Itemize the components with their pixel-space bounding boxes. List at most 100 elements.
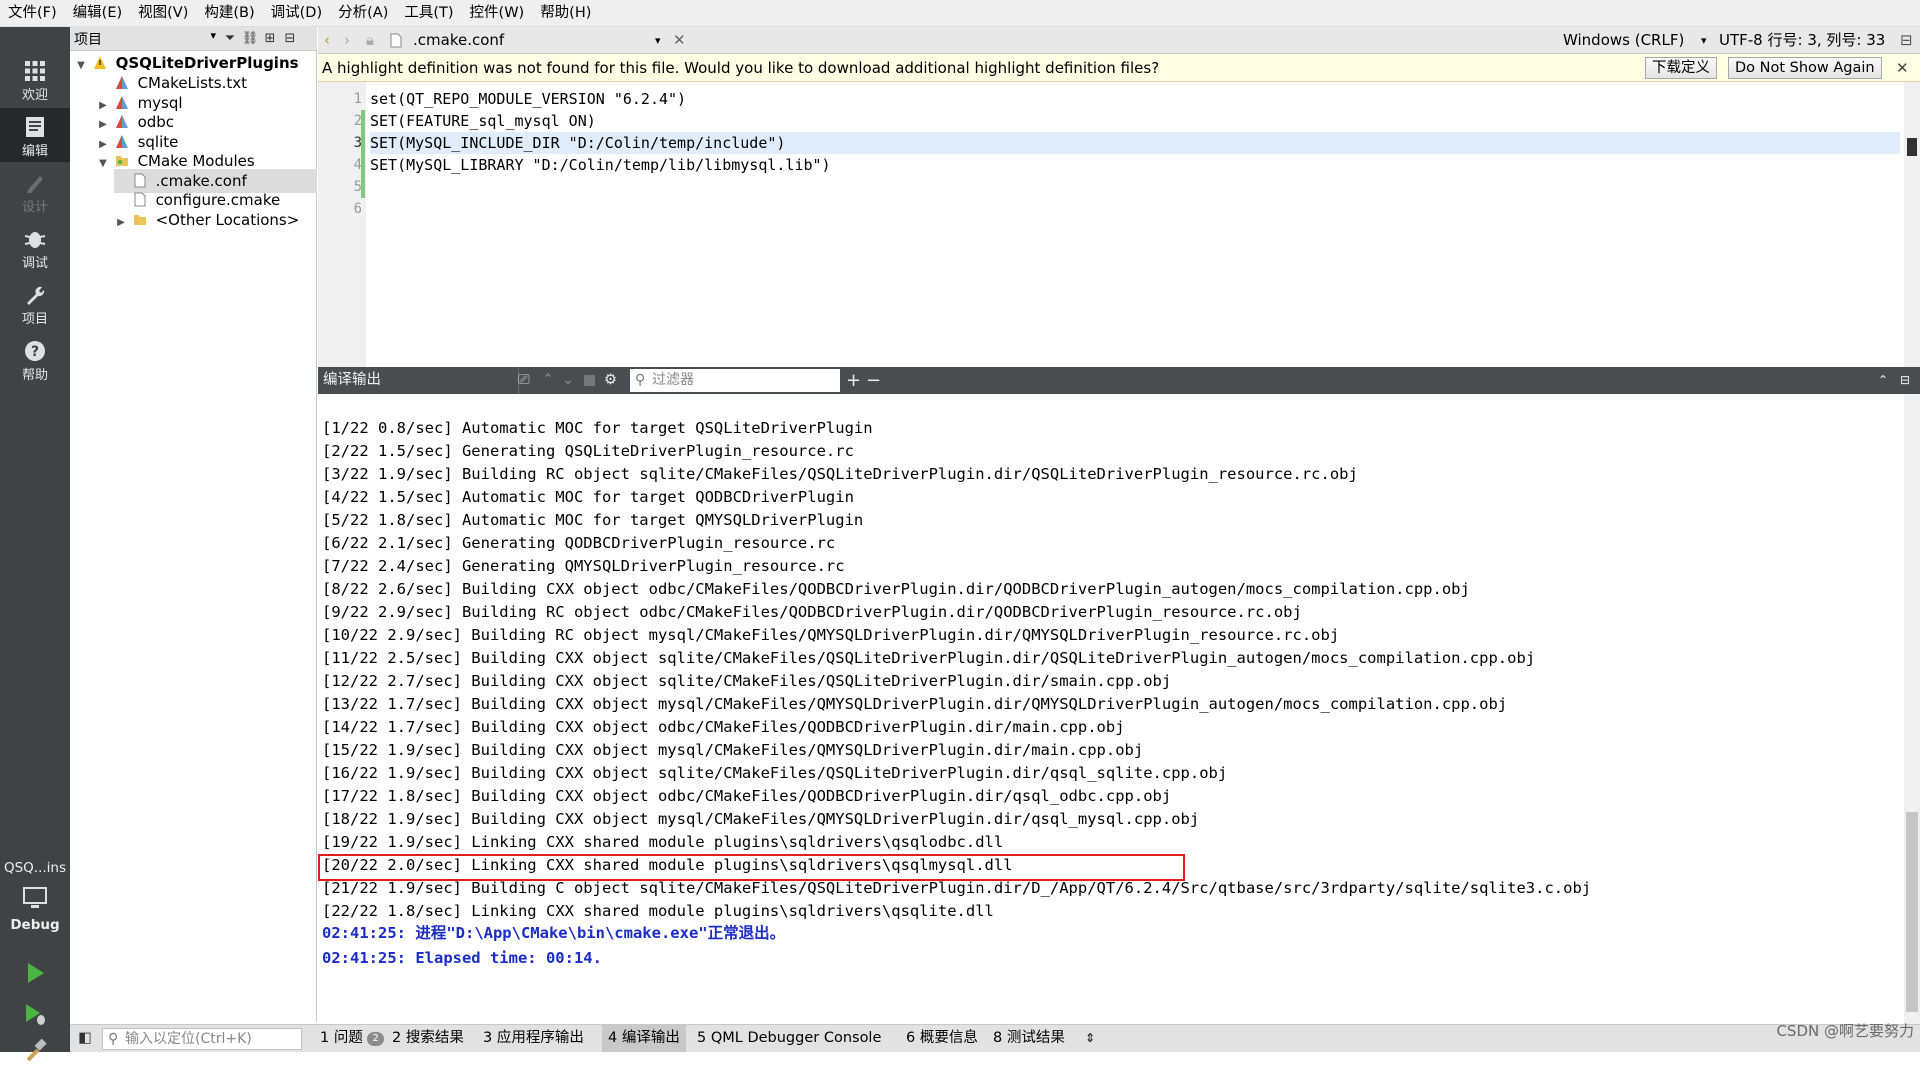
- maximize-icon[interactable]: ⌃: [1878, 367, 1888, 394]
- zoom-in-icon[interactable]: +: [846, 367, 861, 394]
- output-status-line: 02:41:25: Elapsed time: 00:14.: [322, 949, 602, 967]
- mode-welcome[interactable]: 欢迎: [0, 52, 70, 106]
- menu-edit[interactable]: 编辑(E): [65, 0, 130, 27]
- forward-icon[interactable]: ›: [344, 27, 350, 54]
- cmake-file-icon: [115, 76, 128, 89]
- filter-icon[interactable]: ⏷: [220, 29, 240, 49]
- menu-analyze[interactable]: 分析(A): [330, 0, 396, 27]
- compile-output[interactable]: [1/22 0.8/sec] Automatic MOC for target …: [318, 394, 1920, 1024]
- menu-help[interactable]: 帮助(H): [532, 0, 599, 27]
- pencil-icon: [27, 176, 43, 193]
- status-bar: ◧ ⚲ 输入以定位(Ctrl+K) 1 问题 2 2 搜索结果 3 应用程序输出…: [70, 1024, 1920, 1052]
- infobar-message: A highlight definition was not found for…: [322, 59, 1160, 77]
- output-line: [12/22 2.7/sec] Building CXX object sqli…: [322, 672, 1172, 690]
- monitor-icon[interactable]: [22, 885, 48, 911]
- stop-icon[interactable]: [584, 375, 595, 386]
- up-icon[interactable]: ⌃: [542, 367, 554, 394]
- output-filter-input[interactable]: ⚲ 过滤器: [630, 369, 840, 392]
- tab-general-messages[interactable]: 6 概要信息: [900, 1025, 984, 1052]
- mode-design-label: 设计: [21, 200, 48, 215]
- clear-icon[interactable]: ⎚: [518, 367, 530, 394]
- scroll-thumb[interactable]: [1907, 138, 1917, 156]
- code-line[interactable]: SET(FEATURE_sql_mysql ON): [370, 110, 1900, 132]
- close-pane-icon[interactable]: ⊟: [1900, 367, 1910, 394]
- tab-application-output[interactable]: 3 应用程序输出: [477, 1025, 590, 1052]
- tab-compile-output[interactable]: 4 编译输出: [602, 1025, 686, 1052]
- chevron-down-icon[interactable]: ▾: [1701, 27, 1707, 54]
- project-view-combo[interactable]: 项目: [70, 29, 220, 49]
- locator-input[interactable]: ⚲ 输入以定位(Ctrl+K): [102, 1028, 302, 1050]
- wrench-icon: [27, 286, 45, 305]
- split-icon[interactable]: ⊞: [260, 29, 280, 49]
- mode-design[interactable]: 设计: [0, 164, 70, 218]
- menu-tools[interactable]: 工具(T): [396, 0, 461, 27]
- scroll-thumb[interactable]: [1906, 812, 1918, 1012]
- mode-edit[interactable]: 编辑: [0, 108, 70, 162]
- kit-build-config[interactable]: Debug: [0, 917, 70, 933]
- output-line: [6/22 2.1/sec] Generating QODBCDriverPlu…: [322, 534, 836, 552]
- encoding-position[interactable]: UTF-8 行号: 3, 列号: 33: [1719, 27, 1885, 54]
- do-not-show-again-button[interactable]: Do Not Show Again: [1728, 57, 1882, 79]
- close-icon[interactable]: ✕: [1896, 54, 1909, 82]
- output-line: [10/22 2.9/sec] Building RC object mysql…: [322, 626, 1340, 644]
- run-icon[interactable]: [22, 960, 48, 986]
- code-line-current[interactable]: SET(MySQL_INCLUDE_DIR "D:/Colin/temp/inc…: [370, 132, 1900, 154]
- code-line[interactable]: SET(MySQL_LIBRARY "D:/Colin/temp/lib/lib…: [370, 154, 1900, 176]
- menu-build[interactable]: 构建(B): [196, 0, 262, 27]
- chevron-updown-icon[interactable]: ⇕: [1085, 1025, 1095, 1052]
- debug-run-icon[interactable]: [22, 1001, 48, 1027]
- mode-welcome-label: 欢迎: [21, 88, 48, 103]
- menu-file[interactable]: 文件(F): [0, 0, 65, 27]
- search-icon: ⚲: [108, 1031, 119, 1047]
- hammer-icon[interactable]: [22, 1039, 48, 1065]
- output-line: [7/22 2.4/sec] Generating QMYSQLDriverPl…: [322, 557, 845, 575]
- tree-item-label: <Other Locations>: [155, 210, 300, 229]
- split-icon[interactable]: ⊟: [1900, 27, 1913, 54]
- code-line[interactable]: [370, 176, 1900, 198]
- tree-item-other-locations[interactable]: ▶ <Other Locations>: [114, 208, 299, 232]
- output-line: [17/22 1.8/sec] Building CXX object odbc…: [322, 787, 1172, 805]
- highlight-infobar: A highlight definition was not found for…: [318, 54, 1920, 82]
- menu-view[interactable]: 视图(V): [130, 0, 196, 27]
- zoom-out-icon[interactable]: −: [866, 367, 881, 394]
- output-pane-title: 编译输出: [323, 372, 381, 388]
- code-line[interactable]: set(QT_REPO_MODULE_VERSION "6.2.4"): [370, 88, 1900, 110]
- file-icon: [390, 33, 402, 48]
- chevron-down-icon[interactable]: ▾: [655, 27, 661, 54]
- mode-help[interactable]: ? 帮助: [0, 332, 70, 386]
- tab-qml-debugger-console[interactable]: 5 QML Debugger Console: [691, 1025, 887, 1052]
- menu-debug[interactable]: 调试(D): [263, 0, 330, 27]
- chevron-right-icon[interactable]: ▶: [114, 211, 128, 235]
- mode-debug[interactable]: 调试: [0, 220, 70, 274]
- lock-icon: 🔒︎: [366, 31, 374, 49]
- filter-placeholder: 过滤器: [652, 372, 694, 388]
- editor-scrollbar[interactable]: [1904, 82, 1920, 367]
- line-ending[interactable]: Windows (CRLF): [1563, 27, 1684, 54]
- mode-bar: 欢迎 编辑 设计 调试 项目 ? 帮助 QSQ...ins Debug: [0, 27, 70, 1062]
- chevron-down-icon[interactable]: ▼: [74, 54, 88, 78]
- cmake-folder-icon: [115, 134, 128, 148]
- project-tree: ▼ QSQLiteDriverPlugins CMakeLists.txt ▶ …: [70, 51, 317, 1022]
- output-line: [1/22 0.8/sec] Automatic MOC for target …: [322, 419, 873, 437]
- open-file-name[interactable]: .cmake.conf: [413, 27, 504, 54]
- code-editor[interactable]: 1 2 3 4 5 6 set(QT_REPO_MODULE_VERSION "…: [318, 82, 1920, 367]
- link-icon[interactable]: ⛓: [240, 29, 260, 49]
- tab-test-results[interactable]: 8 测试结果: [987, 1025, 1071, 1052]
- close-icon[interactable]: ✕: [673, 27, 686, 54]
- code-line[interactable]: [370, 198, 1900, 220]
- output-scrollbar[interactable]: [1904, 394, 1920, 1024]
- gear-icon[interactable]: ⚙: [604, 367, 617, 394]
- cmake-folder-icon: [115, 115, 128, 128]
- sidebar-toggle-icon[interactable]: ◧: [78, 1025, 92, 1052]
- down-icon[interactable]: ⌄: [562, 367, 574, 394]
- download-definitions-button[interactable]: 下载定义: [1645, 57, 1717, 79]
- mode-projects[interactable]: 项目: [0, 276, 70, 330]
- output-line: [15/22 1.9/sec] Building CXX object mysq…: [322, 741, 1144, 759]
- tab-issues[interactable]: 1 问题 2: [314, 1025, 390, 1052]
- chevron-down-icon[interactable]: ▼: [96, 152, 110, 176]
- menu-widgets[interactable]: 控件(W): [462, 0, 533, 27]
- tab-search-results[interactable]: 2 搜索结果: [386, 1025, 470, 1052]
- back-icon[interactable]: ‹: [324, 27, 330, 54]
- close-pane-icon[interactable]: ⊟: [280, 29, 300, 49]
- search-icon: ⚲: [635, 372, 646, 388]
